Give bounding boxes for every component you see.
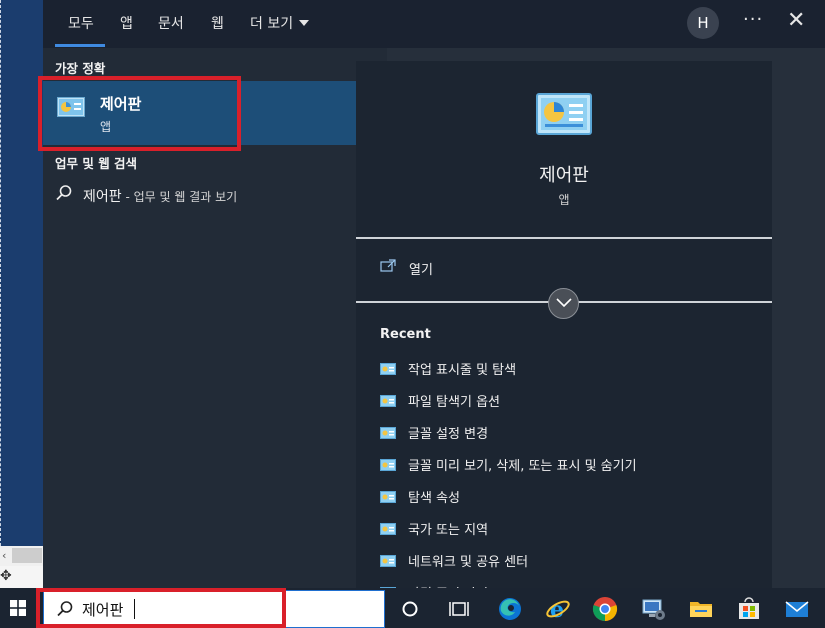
control-panel-item-icon [380, 488, 396, 507]
active-tab-indicator [55, 44, 105, 47]
web-search-suffix: - 업무 및 웹 결과 보기 [121, 190, 238, 204]
chrome-icon[interactable] [592, 596, 618, 626]
recent-item[interactable]: 네트워크 및 공유 센터 [380, 549, 760, 581]
open-label: 열기 [409, 263, 433, 278]
ie-icon[interactable]: e [545, 596, 571, 626]
recent-item[interactable]: 작업 표시줄 및 탐색 [380, 357, 760, 389]
control-panel-item-icon [380, 424, 396, 443]
mail-icon[interactable] [784, 596, 810, 626]
more-options-icon[interactable]: ··· [743, 9, 763, 30]
web-search-heading: 업무 및 웹 검색 [55, 156, 138, 171]
task-view-icon[interactable] [449, 600, 469, 622]
control-panel-icon[interactable] [640, 596, 666, 626]
control-panel-item-icon [380, 552, 396, 571]
scroll-left-icon[interactable]: ‹ [2, 549, 6, 562]
recent-item-label: 국가 또는 지역 [408, 523, 489, 538]
recent-item-label: 파일 탐색기 옵션 [408, 395, 500, 410]
move-cursor-icon: ✥ [0, 568, 12, 584]
open-icon [380, 258, 396, 277]
web-search-item[interactable]: 제어판 - 업무 및 웹 결과 보기 › [43, 180, 387, 210]
recent-item[interactable]: 글꼴 미리 보기, 삭제, 또는 표시 및 숨기기 [380, 453, 760, 485]
divider [356, 237, 772, 239]
highlight-box-best-match [38, 76, 241, 151]
preview-title: 제어판 [539, 165, 589, 186]
svg-text:e: e [550, 597, 564, 622]
windows-start-icon[interactable] [10, 600, 26, 620]
desktop-horizontal-scrollbar[interactable]: ‹ [0, 546, 43, 566]
recent-item[interactable]: 탐색 속성 [380, 485, 760, 517]
edge-icon[interactable] [497, 596, 523, 626]
recent-item-label: 작업 표시줄 및 탐색 [408, 363, 517, 378]
taskbar: 제어판 e [0, 588, 825, 628]
recent-heading: Recent [380, 327, 431, 342]
recent-item[interactable]: 글꼴 설정 변경 [380, 421, 760, 453]
file-explorer-icon[interactable] [688, 596, 714, 626]
desktop-background [0, 0, 43, 588]
control-panel-item-icon [380, 520, 396, 539]
recent-item-label: 네트워크 및 공유 센터 [408, 555, 529, 570]
tab-more-label: 더 보기 [250, 16, 294, 32]
search-icon [55, 184, 73, 206]
chevron-down-icon [556, 298, 572, 308]
preview-subtitle: 앱 [558, 193, 570, 207]
tab-documents[interactable]: 문서 [158, 13, 184, 33]
store-icon[interactable] [736, 596, 762, 626]
control-panel-item-icon [380, 392, 396, 411]
control-panel-item-icon [380, 456, 396, 475]
recent-item-label: 글꼴 설정 변경 [408, 427, 489, 442]
preview-pane: 제어판 앱 열기 Recent 작업 표시줄 및 탐색 파일 탐색기 옵션 글꼴… [356, 61, 772, 595]
control-panel-item-icon [380, 360, 396, 379]
desktop-status-strip: ✥ [0, 566, 43, 588]
recent-item-label: 탐색 속성 [408, 491, 460, 506]
recent-item[interactable]: 파일 탐색기 옵션 [380, 389, 760, 421]
best-match-heading: 가장 정확 [55, 61, 106, 76]
recent-list: 작업 표시줄 및 탐색 파일 탐색기 옵션 글꼴 설정 변경 글꼴 미리 보기,… [380, 357, 760, 595]
web-search-text: 제어판 - 업무 및 웹 결과 보기 [83, 186, 237, 206]
recent-item-label: 글꼴 미리 보기, 삭제, 또는 표시 및 숨기기 [408, 459, 637, 474]
desktop-window-edge [0, 0, 2, 546]
close-icon[interactable]: ✕ [787, 8, 805, 33]
web-search-query: 제어판 [83, 189, 122, 205]
control-panel-large-icon [536, 93, 592, 139]
tab-apps[interactable]: 앱 [120, 13, 133, 33]
search-tabs-bar: 모두 앱 문서 웹 더 보기 H ··· ✕ [43, 0, 825, 48]
scrollbar-thumb[interactable] [12, 548, 42, 563]
user-avatar[interactable]: H [687, 7, 719, 39]
expand-button[interactable] [548, 288, 579, 319]
highlight-box-search [36, 588, 286, 628]
recent-item[interactable]: 국가 또는 지역 [380, 517, 760, 549]
tab-all[interactable]: 모두 [68, 13, 94, 33]
chevron-down-icon [299, 20, 310, 26]
tab-web[interactable]: 웹 [211, 13, 224, 33]
tab-more[interactable]: 더 보기 [250, 13, 310, 33]
cortana-icon[interactable] [401, 600, 419, 622]
